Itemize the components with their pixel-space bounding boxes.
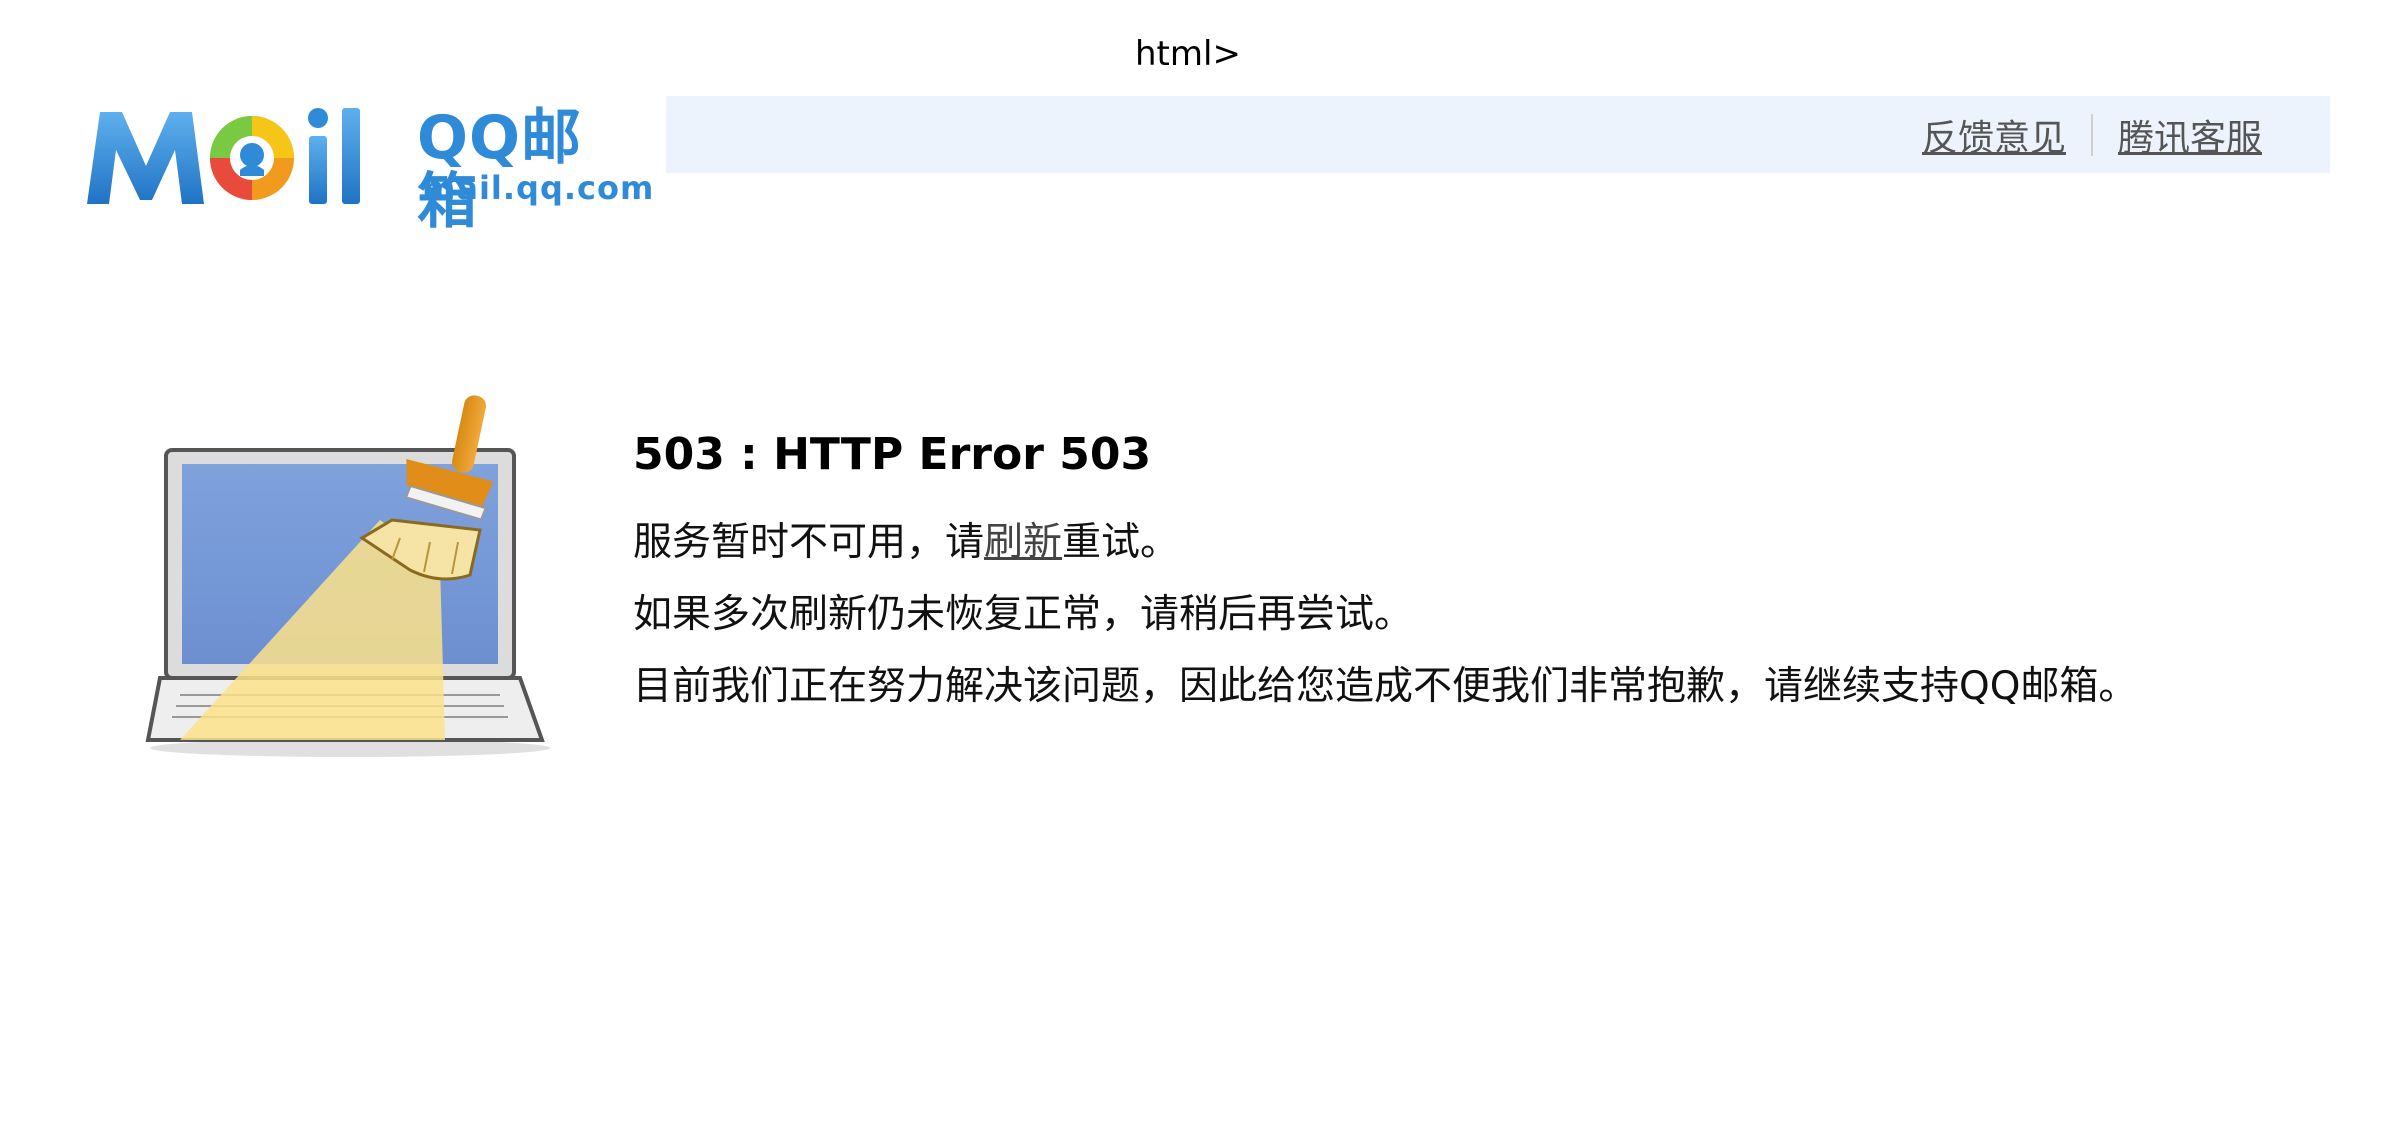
error-line-1: 服务暂时不可用，请刷新重试。 — [633, 507, 2283, 579]
logo-domain-text: mail.qq.com — [422, 169, 655, 207]
error-title: 503 : HTTP Error 503 — [633, 429, 1152, 480]
header-links: 反馈意见 腾讯客服 — [1922, 96, 2262, 173]
line1-prefix: 服务暂时不可用，请 — [633, 520, 985, 565]
error-line-2: 如果多次刷新仍未恢复正常，请稍后再尝试。 — [633, 592, 1414, 637]
link-divider — [2090, 113, 2093, 156]
error-content: 503 : HTTP Error 503 服务暂时不可用，请刷新重试。 如果多次… — [633, 425, 2283, 723]
error-line-3: 目前我们正在努力解决该问题，因此给您造成不便我们非常抱歉，请继续支持QQ邮箱。 — [633, 664, 2138, 709]
header-bar: 反馈意见 腾讯客服 — [666, 96, 2330, 173]
moil-logo-mark — [87, 108, 360, 204]
tencent-support-link[interactable]: 腾讯客服 — [2118, 109, 2262, 161]
laptop-broom-icon — [145, 395, 550, 757]
line1-suffix: 重试。 — [1062, 520, 1180, 565]
stray-text: html> — [1135, 34, 1241, 74]
qq-mail-logo[interactable]: QQ邮箱 mail.qq.com — [82, 100, 653, 234]
refresh-link[interactable]: 刷新 — [984, 520, 1062, 565]
feedback-link[interactable]: 反馈意见 — [1922, 109, 2066, 161]
